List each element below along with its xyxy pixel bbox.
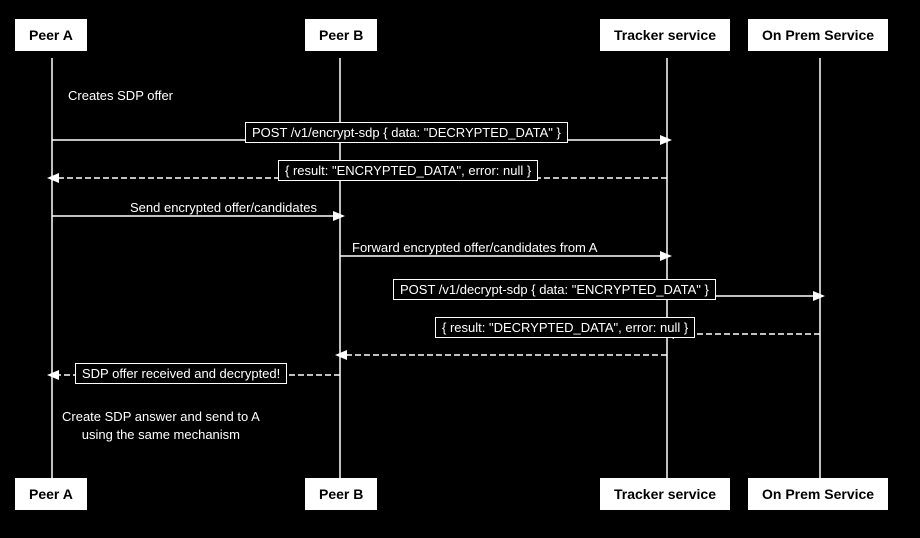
actor-peer-b-bottom: Peer B [305,478,377,510]
msg-post-encrypt: POST /v1/encrypt-sdp { data: "DECRYPTED_… [245,122,568,143]
msg-result-decrypted: { result: "DECRYPTED_DATA", error: null … [435,317,695,338]
actor-onprem-top: On Prem Service [748,19,888,51]
msg-post-decrypt: POST /v1/decrypt-sdp { data: "ENCRYPTED_… [393,279,716,300]
actor-tracker-bottom: Tracker service [600,478,730,510]
msg-forward-encrypted: Forward encrypted offer/candidates from … [352,240,597,255]
msg-result-encrypted: { result: "ENCRYPTED_DATA", error: null … [278,160,538,181]
actor-peer-a-bottom: Peer A [15,478,87,510]
actor-peer-b-top: Peer B [305,19,377,51]
actor-tracker-top: Tracker service [600,19,730,51]
actor-onprem-bottom: On Prem Service [748,478,888,510]
arrows-svg [0,0,920,538]
msg-create-sdp-answer: Create SDP answer and send to Ausing the… [62,408,260,444]
msg-creates-sdp: Creates SDP offer [68,88,173,103]
msg-sdp-offer-received: SDP offer received and decrypted! [75,363,287,384]
actor-peer-a-top: Peer A [15,19,87,51]
msg-send-encrypted: Send encrypted offer/candidates [130,200,317,215]
sequence-diagram: Peer A Peer B Tracker service On Prem Se… [0,0,920,538]
